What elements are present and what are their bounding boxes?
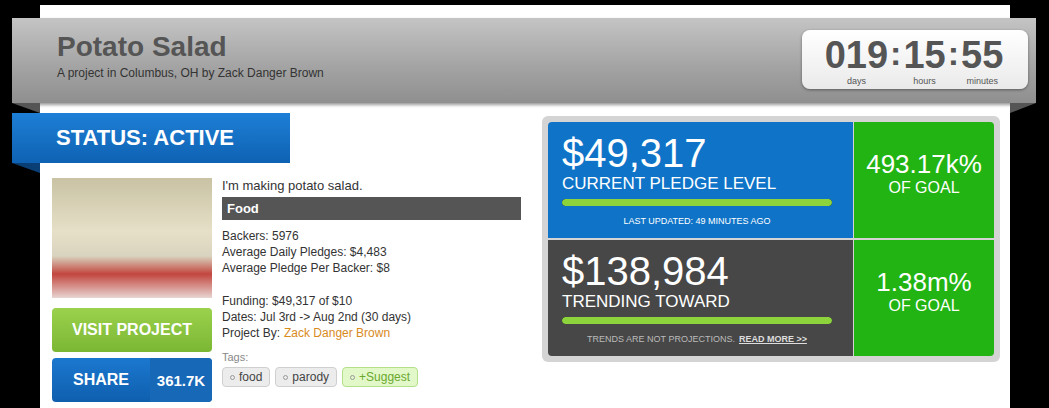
percent-caption: OF GOAL	[888, 297, 959, 315]
share-count: 361.7K	[150, 358, 212, 402]
funding-line: Funding: $49,317 of $10	[222, 293, 521, 309]
note-text: LAST UPDATED: 49 MINUTES AGO	[623, 216, 770, 226]
countdown-part: 019days	[825, 34, 888, 86]
tag-list: foodparody+Suggest	[222, 367, 521, 387]
tag[interactable]: parody	[275, 367, 337, 387]
tag-bullet-icon	[283, 375, 288, 380]
creator-line: Project By:Zack Danger Brown	[222, 325, 521, 341]
media-column: VISIT PROJECT SHARE361.7K	[52, 178, 212, 402]
title-block: Potato Salad A project in Columbus, OH by…	[57, 30, 324, 80]
funding-group: Funding: $49,317 of $10Dates: Jul 3rd ->…	[222, 293, 521, 341]
details-column: I'm making potato salad. Food Backers: 597…	[222, 178, 521, 402]
share-label: SHARE	[52, 358, 150, 402]
countdown-part: 55minutes	[961, 34, 1003, 86]
page: Potato Salad A project in Columbus, OH by…	[0, 0, 1049, 408]
progress-fill	[562, 317, 832, 324]
project-photo	[52, 178, 212, 298]
content-row: VISIT PROJECTSHARE361.7KI'm making potat…	[12, 178, 521, 402]
countdown-value: 55	[961, 34, 1003, 76]
amount-cell: $49,317CURRENT PLEDGE LEVEL LAST UPDATED:…	[548, 122, 853, 238]
stat-line: Backers: 5976	[222, 228, 521, 244]
status-ribbon: STATUS: ACTIVE	[12, 113, 290, 163]
tag[interactable]: food	[222, 367, 270, 387]
amount-cell: $138,984TRENDING TOWARD TRENDS ARE NOT PR…	[548, 240, 853, 356]
percent: 1.38m%	[876, 267, 971, 297]
stat-line: Average Daily Pledges: $4,483	[222, 244, 521, 260]
main: STATUS: ACTIVEVISIT PROJECTSHARE361.7KI'…	[40, 103, 1010, 402]
creator-label: Project By:	[222, 325, 280, 341]
progress-track	[562, 199, 832, 206]
progress-fill	[562, 199, 832, 206]
percent-cell: 1.38m%OF GOAL	[854, 240, 994, 356]
project-subtitle: A project in Columbus, OH by Zack Danger…	[57, 66, 324, 80]
metrics-panel: $49,317CURRENT PLEDGE LEVEL LAST UPDATED:…	[542, 116, 1000, 362]
stat-line: Average Pledge Per Backer: $8	[222, 260, 521, 276]
tag-bullet-icon	[350, 375, 355, 380]
funding-line: Dates: Jul 3rd -> Aug 2nd (30 days)	[222, 309, 521, 325]
stats-group: Backers: 5976Average Daily Pledges: $4,4…	[222, 228, 521, 276]
countdown-value: 15	[903, 34, 945, 76]
visit-project-button[interactable]: VISIT PROJECT	[52, 308, 212, 352]
countdown-unit: hours	[913, 76, 936, 86]
amount-caption: CURRENT PLEDGE LEVEL	[562, 174, 839, 193]
amount-note: LAST UPDATED: 49 MINUTES AGO	[562, 216, 832, 226]
share-button[interactable]: SHARE361.7K	[52, 358, 212, 402]
note-text: TRENDS ARE NOT PROJECTIONS.	[587, 334, 735, 344]
project-description: I'm making potato salad.	[222, 178, 521, 194]
countdown-unit: minutes	[966, 76, 998, 86]
tags-label: Tags:	[222, 351, 521, 363]
tag-bullet-icon	[230, 375, 235, 380]
percent-cell: 493.17k%OF GOAL	[854, 122, 994, 238]
header: Potato Salad A project in Columbus, OH by…	[12, 18, 1036, 103]
countdown: 019days:15hours:55minutes	[802, 30, 1028, 89]
project-title: Potato Salad	[57, 30, 324, 64]
creator-link[interactable]: Zack Danger Brown	[284, 325, 390, 341]
countdown-separator: :	[948, 34, 959, 72]
countdown-value: 019	[825, 34, 888, 76]
progress-track	[562, 317, 832, 324]
project-card: Potato Salad A project in Columbus, OH by…	[40, 5, 1010, 408]
amount-caption: TRENDING TOWARD	[562, 292, 839, 311]
amount-note: TRENDS ARE NOT PROJECTIONS. READ MORE >>	[562, 334, 832, 344]
percent-caption: OF GOAL	[888, 179, 959, 197]
amount: $138,984	[562, 250, 839, 292]
suggest-tag[interactable]: +Suggest	[342, 367, 418, 387]
countdown-separator: :	[890, 34, 901, 72]
percent: 493.17k%	[866, 149, 982, 179]
read-more-link[interactable]: READ MORE >>	[739, 334, 807, 344]
amount: $49,317	[562, 132, 839, 174]
project-section: STATUS: ACTIVEVISIT PROJECTSHARE361.7KI'…	[12, 103, 521, 402]
countdown-part: 15hours	[903, 34, 945, 86]
countdown-unit: days	[847, 76, 866, 86]
category-bar: Food	[222, 197, 521, 220]
